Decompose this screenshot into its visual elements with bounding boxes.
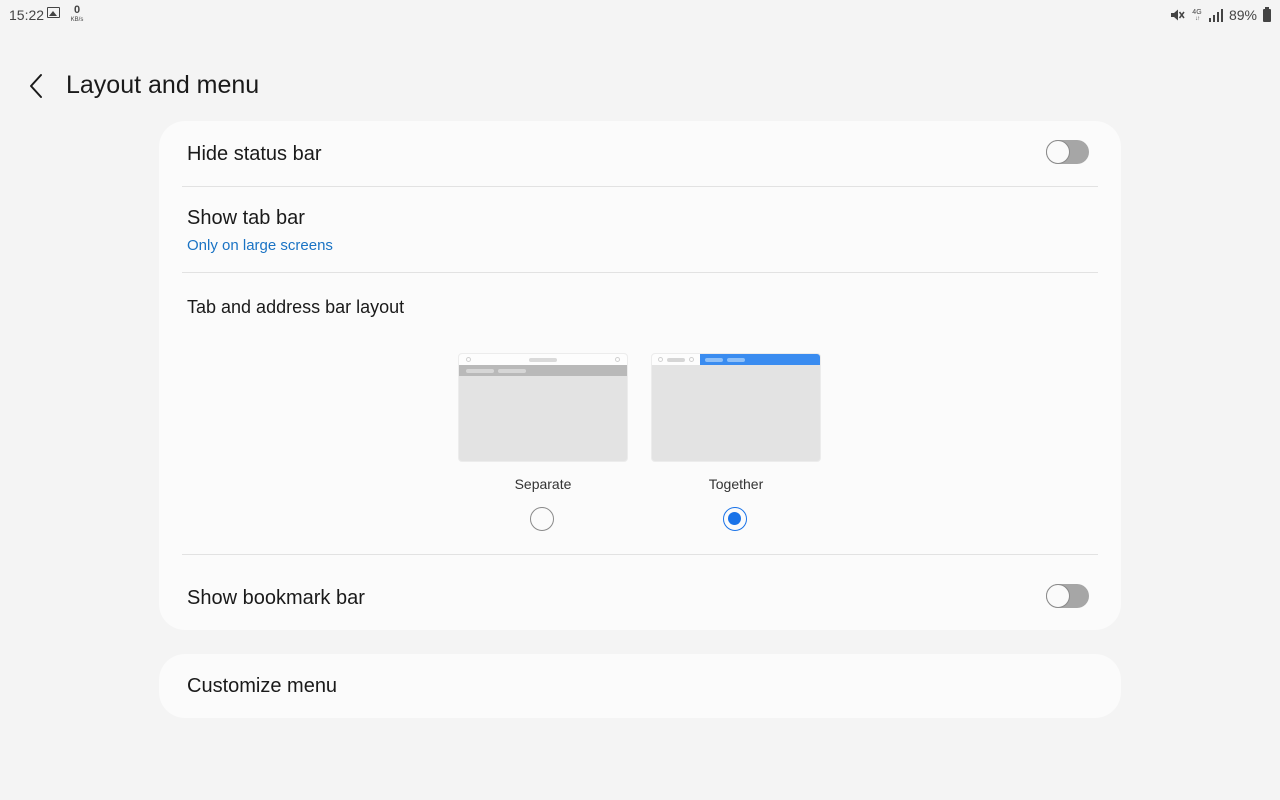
data-rate-unit: KB/s <box>70 17 84 23</box>
preview-combined-bar <box>700 354 820 365</box>
status-time: 15:22 <box>9 7 45 23</box>
layout-option-separate[interactable]: Separate <box>458 353 629 533</box>
preview-addr-pill <box>466 369 494 373</box>
preview-tab-pill <box>529 358 557 362</box>
separate-label: Separate <box>514 476 572 492</box>
signal-icon <box>1208 8 1223 22</box>
show-tab-bar-value: Only on large screens <box>187 237 333 254</box>
network-arrows: ↓↑ <box>1194 15 1200 22</box>
show-bookmark-bar-label: Show bookmark bar <box>187 587 365 609</box>
chevron-left-icon <box>30 74 42 98</box>
page-title: Layout and menu <box>66 71 260 99</box>
together-label: Together <box>708 476 764 492</box>
preview-tab-strip <box>652 354 820 365</box>
preview-dot <box>658 357 663 362</box>
together-radio[interactable] <box>723 507 747 531</box>
settings-card: Hide status bar Show tab bar Only on lar… <box>159 121 1121 630</box>
hide-status-bar-label: Hide status bar <box>187 143 322 165</box>
separate-layout-preview[interactable] <box>458 353 628 462</box>
preview-tab-pill <box>667 358 685 362</box>
gallery-icon <box>47 7 60 18</box>
preview-addr-pill <box>727 358 745 362</box>
preview-addr-pill <box>705 358 723 362</box>
back-button[interactable] <box>18 68 54 104</box>
mute-icon <box>1170 9 1185 21</box>
preview-dot <box>466 357 471 362</box>
toggle-knob <box>1046 584 1070 608</box>
preview-tab-strip <box>459 354 627 365</box>
preview-addr-pill <box>498 369 526 373</box>
hide-status-bar-toggle[interactable] <box>1046 140 1089 164</box>
preview-dot <box>689 357 694 362</box>
preview-address-bar <box>459 365 627 376</box>
show-tab-bar-label: Show tab bar <box>187 207 305 229</box>
status-bar: 15:22 0 KB/s 4G ↓↑ 89% <box>0 0 1280 30</box>
app-header: Layout and menu <box>0 60 1280 112</box>
customize-menu-card[interactable]: Customize menu <box>159 654 1121 718</box>
tab-layout-label: Tab and address bar layout <box>187 297 405 317</box>
show-bookmark-bar-toggle[interactable] <box>1046 584 1089 608</box>
toggle-knob <box>1046 140 1070 164</box>
battery-percent: 89% <box>1228 7 1257 23</box>
preview-dot <box>615 357 620 362</box>
data-rate-value: 0 <box>73 4 81 16</box>
layout-option-together[interactable]: Together <box>651 353 822 533</box>
together-layout-preview[interactable] <box>651 353 821 462</box>
customize-menu-label: Customize menu <box>187 675 338 697</box>
divider <box>182 272 1098 273</box>
divider <box>182 554 1098 555</box>
battery-icon <box>1263 6 1271 22</box>
separate-radio[interactable] <box>530 507 554 531</box>
status-right-group: 4G ↓↑ 89% <box>1169 6 1271 24</box>
network-indicator: 4G ↓↑ <box>1191 9 1203 22</box>
network-type: 4G <box>1192 8 1202 16</box>
divider <box>182 186 1098 187</box>
data-rate-indicator: 0 KB/s <box>67 4 87 24</box>
